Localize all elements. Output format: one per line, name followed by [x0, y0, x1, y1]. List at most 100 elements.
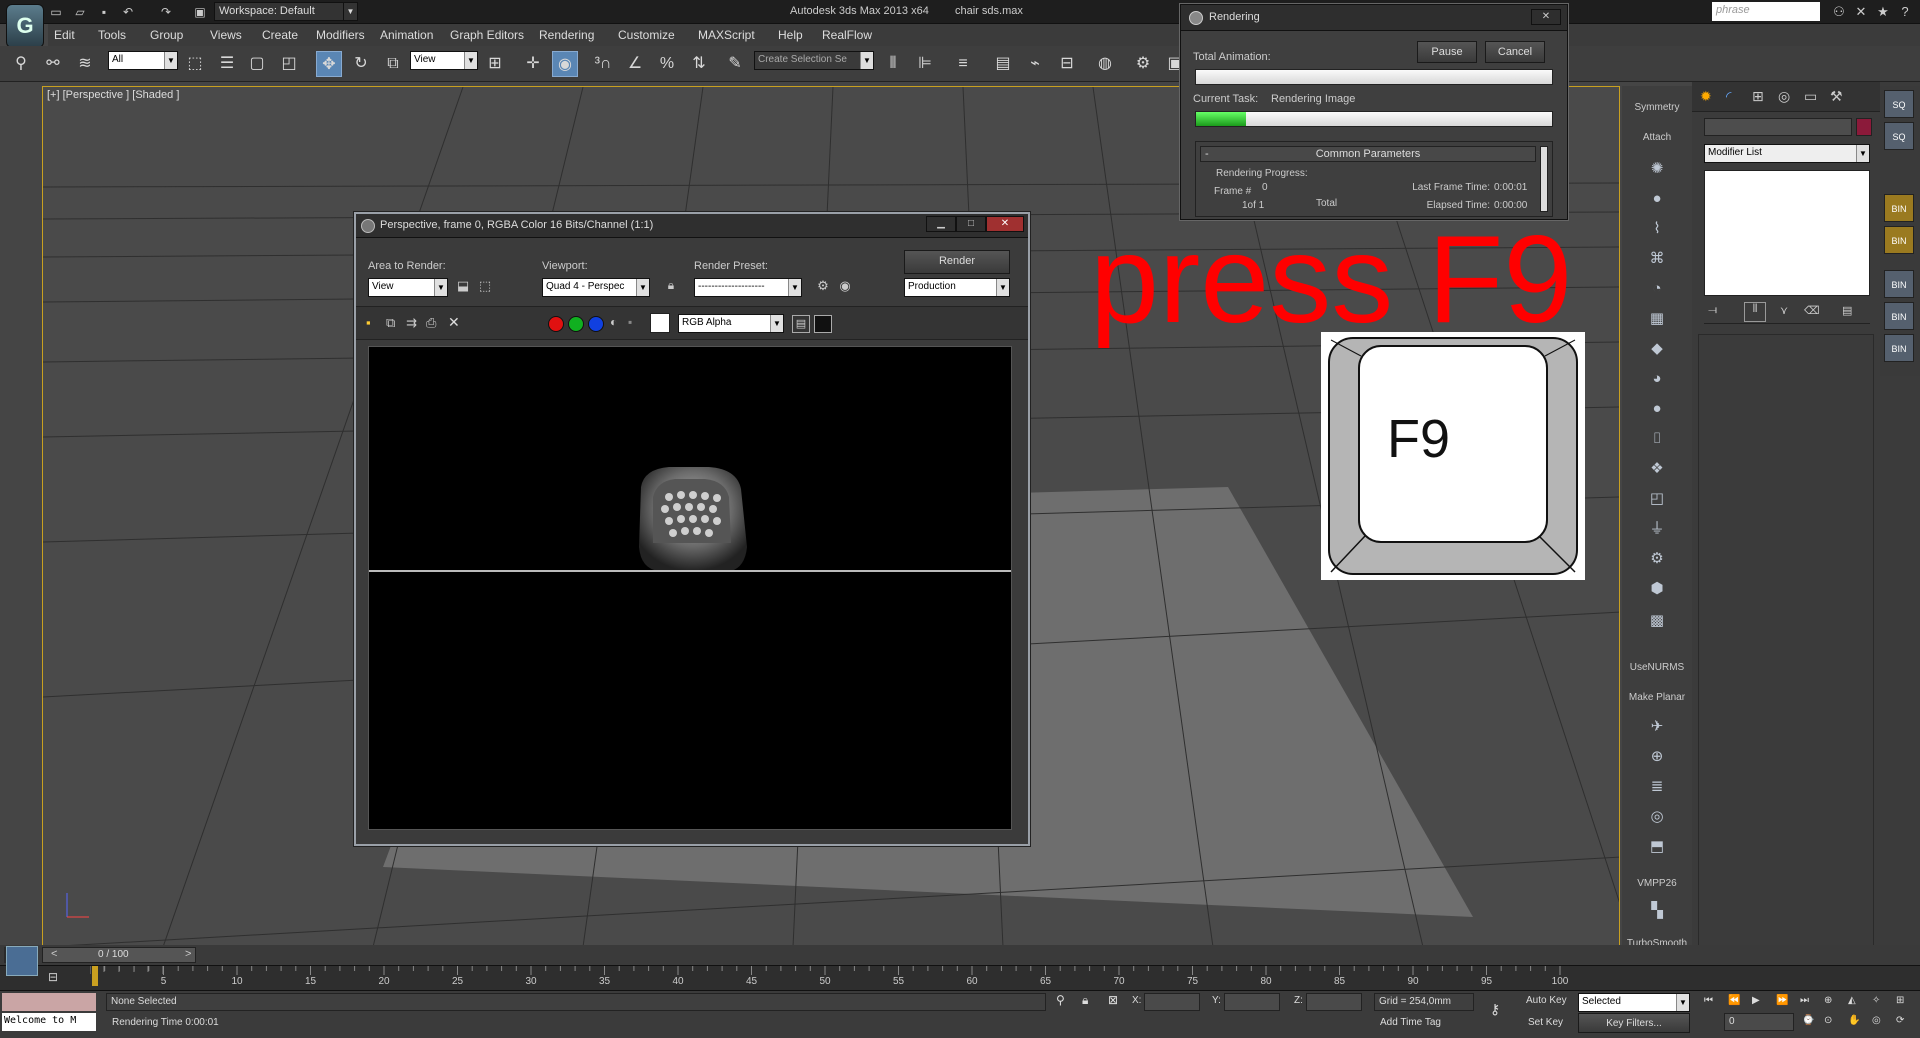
save-file-icon[interactable]: ▪ — [96, 4, 112, 20]
menu-realflow[interactable]: RealFlow — [822, 28, 872, 42]
render-button[interactable]: Render — [904, 250, 1010, 274]
clone-window-icon[interactable]: ⇉ — [406, 315, 417, 331]
render-setup-icon[interactable]: ⚙ — [814, 278, 832, 296]
green-channel-toggle[interactable] — [568, 316, 584, 332]
copy-image-icon[interactable]: ⧉ — [386, 315, 395, 331]
render-preset-dropdown[interactable]: -------------------- ▼ — [694, 278, 802, 297]
link-icon[interactable]: ⚲ — [8, 51, 34, 77]
knife-icon[interactable]: ✈ — [1646, 716, 1668, 738]
mesh-icon[interactable]: ▩ — [1646, 610, 1668, 632]
new-file-icon[interactable]: ▭ — [48, 4, 64, 20]
curve-editor-icon[interactable]: ⌁ — [1022, 51, 1048, 77]
help-icon[interactable]: ? — [1896, 3, 1914, 21]
pan-icon[interactable]: ✋ — [1848, 1015, 1860, 1026]
alpha-channel-icon[interactable]: ◐ — [610, 315, 617, 329]
binoculars-icon[interactable]: ⚇ — [1830, 3, 1848, 21]
y-coordinate-field[interactable] — [1224, 993, 1280, 1011]
lock-icon[interactable]: 🔒︎ — [662, 278, 680, 296]
schematic-view-icon[interactable]: ⊟ — [1054, 51, 1080, 77]
close-icon[interactable]: ✕ — [986, 216, 1024, 232]
zoom-icon[interactable]: ⊙ — [1824, 1015, 1832, 1026]
sphere-icon[interactable]: ● — [1646, 188, 1668, 210]
save-image-icon[interactable]: ▪ — [366, 315, 371, 330]
zoom-extents-icon[interactable]: ⊕ — [1824, 995, 1832, 1006]
bin-icon[interactable]: BIN — [1884, 302, 1914, 330]
menu-modifiers[interactable]: Modifiers — [316, 28, 365, 42]
utilities-tab-icon[interactable]: ⚒ — [1830, 88, 1843, 105]
keyboard-shortcut-override-icon[interactable]: ◉ — [552, 51, 578, 77]
bin-icon[interactable]: BIN — [1884, 226, 1914, 254]
undo-icon[interactable]: ↶ — [120, 4, 136, 20]
bend-icon[interactable]: ⌇ — [1646, 218, 1668, 240]
maxscript-listener-top[interactable] — [2, 993, 96, 1011]
modifier-stack-list[interactable] — [1704, 170, 1870, 296]
motion-tab-icon[interactable]: ◎ — [1778, 88, 1790, 105]
modifier-list-dropdown[interactable]: Modifier List ▼ — [1704, 144, 1870, 163]
object-color-swatch[interactable] — [1856, 118, 1872, 136]
menu-graph-editors[interactable]: Graph Editors — [450, 28, 524, 42]
key-filters-button[interactable]: Key Filters... — [1578, 1013, 1690, 1033]
scale-icon[interactable]: ⧉ — [380, 51, 406, 77]
go-to-end-icon[interactable]: ⏭ — [1800, 995, 1809, 1006]
open-file-icon[interactable]: ▱ — [72, 4, 88, 20]
unlink-icon[interactable]: ⚯ — [40, 51, 66, 77]
environment-icon[interactable]: ◉ — [836, 278, 854, 296]
grid-icon[interactable]: ▦ — [1646, 308, 1668, 330]
light-icon[interactable]: ◔ — [1646, 278, 1668, 300]
make-planar-button[interactable]: Make Planar — [1622, 692, 1692, 703]
blue-channel-toggle[interactable] — [588, 316, 604, 332]
particles-icon[interactable]: ✺ — [1646, 158, 1668, 180]
print-image-icon[interactable]: ⎙ — [426, 315, 436, 331]
z-coordinate-field[interactable] — [1306, 993, 1362, 1011]
layer-manager-icon[interactable]: ≡ — [950, 51, 976, 77]
tools-icon[interactable]: ✕ — [1852, 3, 1870, 21]
maxscript-listener[interactable]: Welcome to M — [2, 1013, 96, 1031]
create-tab-icon[interactable]: ✹ — [1700, 88, 1712, 105]
pause-button[interactable]: Pause — [1417, 41, 1477, 63]
redo-icon[interactable]: ↷ — [158, 4, 174, 20]
selection-lock-icon[interactable]: 🔒︎ — [1082, 993, 1088, 1008]
named-selection-dropdown[interactable]: Create Selection Se ▼ — [754, 51, 874, 70]
project-folder-icon[interactable]: ▣ — [192, 4, 208, 20]
select-by-name-icon[interactable]: ☰ — [214, 51, 240, 77]
checker-icon[interactable]: ▚ — [1646, 900, 1668, 922]
production-dropdown[interactable]: Production ▼ — [904, 278, 1010, 297]
monochrome-icon[interactable]: ▪ — [628, 315, 632, 329]
menu-customize[interactable]: Customize — [618, 28, 675, 42]
isolate-selection-icon[interactable]: ⚲ — [1056, 993, 1065, 1007]
stack-icon[interactable]: ≣ — [1646, 776, 1668, 798]
viewport-dropdown[interactable]: Quad 4 - Perspec ▼ — [542, 278, 650, 297]
menu-edit[interactable]: Edit — [54, 28, 75, 42]
render-setup-icon[interactable]: ⚙ — [1130, 51, 1156, 77]
box-icon[interactable]: ◆ — [1646, 338, 1668, 360]
percent-snap-icon[interactable]: % — [654, 51, 680, 77]
object-name-field[interactable] — [1704, 118, 1852, 136]
menu-animation[interactable]: Animation — [380, 28, 433, 42]
twist-icon[interactable]: ⌘ — [1646, 248, 1668, 270]
display-tab-icon[interactable]: ▭ — [1804, 88, 1817, 105]
rendered-image-area[interactable] — [368, 346, 1012, 830]
rotate-icon[interactable]: ↻ — [348, 51, 374, 77]
show-end-result-icon[interactable]: ⫴ — [1744, 302, 1766, 322]
edit-named-selection-icon[interactable]: ✎ — [722, 51, 748, 77]
area-to-render-dropdown[interactable]: View ▼ — [368, 278, 448, 297]
sphere-grid-icon[interactable]: ⊕ — [1646, 746, 1668, 768]
rollout-scrollbar[interactable] — [1540, 146, 1548, 212]
red-channel-toggle[interactable] — [548, 316, 564, 332]
next-frame-icon[interactable]: ⏩ — [1776, 995, 1788, 1006]
sq-icon[interactable]: SQ — [1884, 90, 1914, 118]
field-of-view-icon[interactable]: ◭ — [1848, 995, 1856, 1006]
display-channel-dropdown[interactable]: RGB Alpha ▼ — [678, 314, 784, 333]
align-icon[interactable]: ⊫ — [912, 51, 938, 77]
auto-region-icon[interactable]: ⬚ — [476, 278, 494, 296]
add-time-tag[interactable]: Add Time Tag — [1380, 1017, 1441, 1028]
remove-modifier-icon[interactable]: ⌫ — [1804, 304, 1820, 317]
mirror-icon[interactable]: ⫴ — [880, 51, 906, 77]
bin-icon[interactable]: BIN — [1884, 334, 1914, 362]
spinner-snap-icon[interactable]: ⇅ — [686, 51, 712, 77]
cylinder-icon[interactable]: ⌷ — [1646, 428, 1668, 450]
uvw-icon[interactable]: ⬒ — [1646, 836, 1668, 858]
gear-icon[interactable]: ⚙ — [1646, 548, 1668, 570]
time-slider-next-icon[interactable]: > — [185, 948, 191, 960]
cone-icon[interactable]: ⏚ — [1646, 518, 1668, 540]
